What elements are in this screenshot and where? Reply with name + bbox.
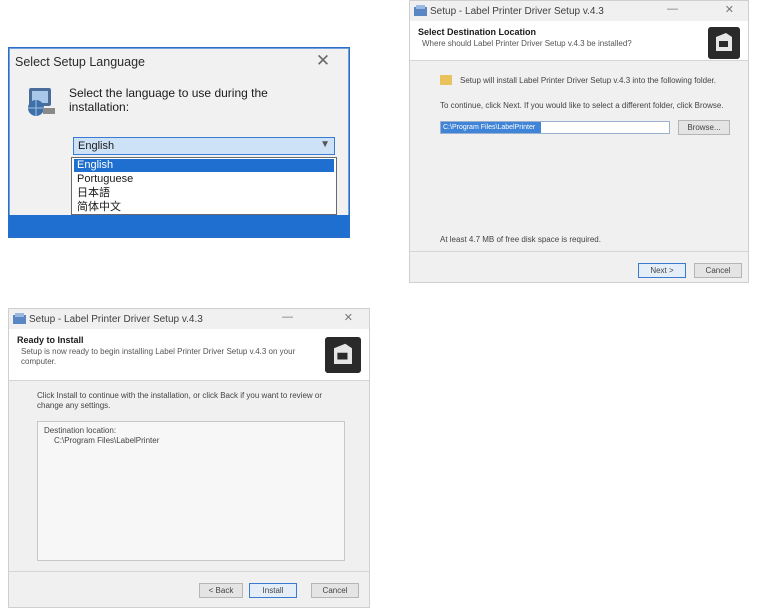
browse-button[interactable]: Browse... [678, 120, 730, 135]
divider [9, 571, 369, 572]
language-select[interactable]: English ▼ [73, 137, 335, 155]
language-option-chinese[interactable]: 简体中文 [74, 201, 334, 214]
divider [410, 251, 748, 252]
destination-path-input[interactable]: C:\Program Files\LabelPrinter [440, 121, 670, 134]
back-button[interactable]: < Back [199, 583, 243, 598]
chevron-down-icon[interactable]: ▼ [320, 139, 330, 150]
cancel-button[interactable]: Cancel [311, 583, 359, 598]
language-dropdown-list: English Portuguese 日本語 简体中文 [71, 157, 337, 215]
disk-space-text: At least 4.7 MB of free disk space is re… [440, 235, 601, 244]
memo-label: Destination location: [44, 426, 117, 435]
desktop-taskbar-strip [9, 215, 349, 237]
close-icon[interactable]: ✕ [313, 51, 333, 71]
setup-icon [13, 313, 26, 324]
wizard-image-icon [325, 337, 361, 373]
close-icon[interactable]: ✕ [344, 311, 353, 324]
selected-language: English [78, 140, 115, 152]
page-heading: Ready to Install [17, 335, 84, 345]
language-prompt: Select the language to use during the in… [69, 86, 268, 114]
destination-path-value: C:\Program Files\LabelPrinter [441, 122, 541, 133]
header-panel: Select Destination Location Where should… [410, 21, 748, 61]
wizard-image-icon [708, 27, 740, 59]
folder-icon [440, 75, 452, 85]
memo-destination-path: C:\Program Files\LabelPrinter [54, 436, 160, 445]
install-info-text: Setup will install Label Printer Driver … [460, 76, 716, 85]
minimize-icon[interactable]: — [282, 311, 293, 323]
summary-memo: Destination location: C:\Program Files\L… [37, 421, 345, 561]
next-button[interactable]: Next > [638, 263, 686, 278]
page-subheading: Setup is now ready to begin installing L… [21, 347, 296, 366]
setup-icon [414, 5, 427, 16]
language-option-japanese[interactable]: 日本語 [74, 187, 334, 200]
header-panel: Ready to Install Setup is now ready to b… [9, 329, 369, 381]
ready-to-install-dialog: Setup - Label Printer Driver Setup v.4.3… [8, 308, 370, 608]
page-subheading: Where should Label Printer Driver Setup … [422, 39, 632, 48]
continue-instructions: To continue, click Next. If you would li… [440, 101, 724, 110]
dialog-title: Setup - Label Printer Driver Setup v.4.3 [29, 314, 203, 325]
close-icon[interactable]: ✕ [725, 3, 734, 16]
minimize-icon[interactable]: — [667, 3, 678, 15]
globe-computer-icon [28, 88, 55, 116]
install-button[interactable]: Install [249, 583, 297, 598]
select-language-dialog: Select Setup Language ✕ Select the langu… [8, 47, 350, 238]
page-heading: Select Destination Location [418, 27, 537, 37]
dialog-title: Select Setup Language [15, 55, 145, 69]
dialog-title: Setup - Label Printer Driver Setup v.4.3 [430, 6, 604, 17]
cancel-button[interactable]: Cancel [694, 263, 742, 278]
destination-location-dialog: Setup - Label Printer Driver Setup v.4.3… [409, 0, 749, 283]
title-bar: Select Setup Language ✕ [11, 50, 347, 74]
language-option-portuguese[interactable]: Portuguese [74, 173, 334, 186]
install-instructions: Click Install to continue with the insta… [37, 391, 323, 410]
language-option-english[interactable]: English [74, 159, 334, 172]
